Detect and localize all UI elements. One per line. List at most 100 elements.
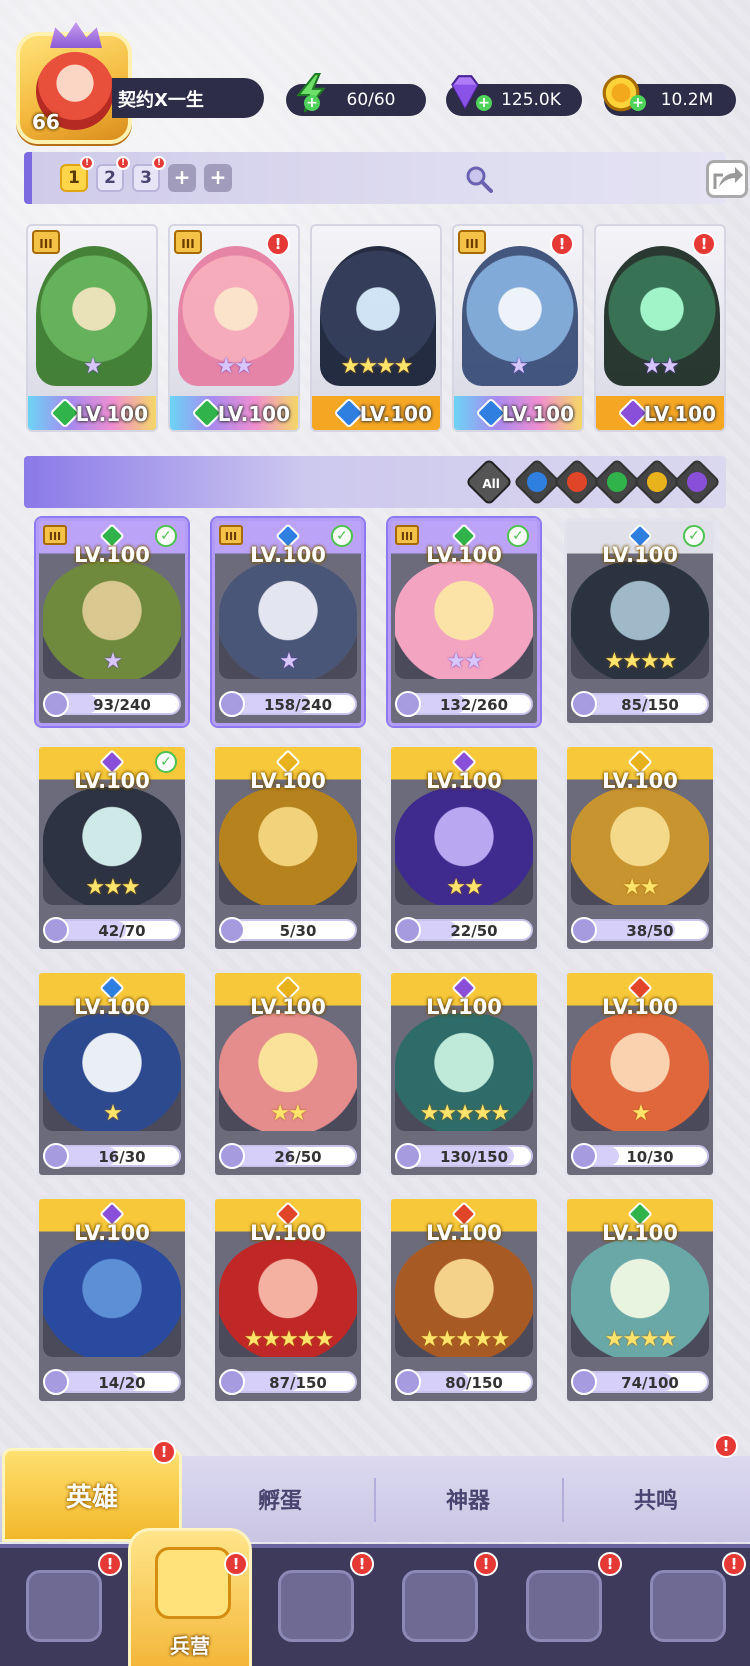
shard-progress-bar: 22/50 bbox=[395, 917, 533, 943]
hero-card[interactable]: LV.100 ★★★★★ 80/150 bbox=[388, 1196, 540, 1404]
team-tab-2[interactable]: 2 ! bbox=[96, 156, 130, 192]
team-hero-card[interactable]: ★ LV.100 III bbox=[26, 224, 158, 432]
tier-badge: III bbox=[219, 525, 243, 545]
shard-progress-bar: 42/70 bbox=[43, 917, 181, 943]
shard-progress-bar: 74/100 bbox=[571, 1369, 709, 1395]
shard-progress-bar: 87/150 bbox=[219, 1369, 357, 1395]
hero-card[interactable]: LV.100 III ✓ ★ 158/240 bbox=[212, 518, 364, 726]
star-rating: ★★★★ bbox=[604, 649, 678, 674]
bottom-nav: ! 兵营 ! ! ! ! ! bbox=[0, 1528, 750, 1666]
team-tab-label: 3 bbox=[140, 168, 152, 188]
star-rating: ★ bbox=[509, 354, 529, 379]
check-icon: ✓ bbox=[507, 525, 529, 547]
shard-count: 16/30 bbox=[98, 1148, 146, 1166]
star-rating: ★ bbox=[83, 354, 103, 379]
barracks-icon bbox=[155, 1547, 231, 1619]
star-rating: ★★ bbox=[642, 354, 679, 379]
shard-progress-bar: 158/240 bbox=[219, 691, 357, 717]
alert-badge: ! bbox=[80, 156, 94, 170]
hero-level: LV.100 bbox=[217, 402, 290, 426]
water-element-icon bbox=[522, 467, 552, 497]
add-gems-button[interactable]: + bbox=[476, 95, 492, 111]
hero-card[interactable]: LV.100 ✓ ★★★★ 85/150 bbox=[564, 518, 716, 726]
tab-hatch-label: 孵蛋 bbox=[257, 1489, 302, 1514]
hero-card[interactable]: LV.100 ★★★★ 74/100 bbox=[564, 1196, 716, 1404]
tab-artifacts[interactable]: 神器 bbox=[378, 1456, 558, 1542]
element-filter-bar: All bbox=[24, 456, 726, 508]
filter-fire-button[interactable] bbox=[552, 457, 602, 507]
filter-nature-button[interactable] bbox=[592, 457, 642, 507]
check-icon: ✓ bbox=[331, 525, 353, 547]
shard-progress-bar: 38/50 bbox=[571, 917, 709, 943]
hero-portrait bbox=[219, 787, 357, 905]
cards-icon bbox=[26, 1570, 102, 1642]
divider bbox=[562, 1478, 564, 1522]
gem-value: 125.0K bbox=[501, 90, 561, 110]
check-icon: ✓ bbox=[155, 525, 177, 547]
hero-card[interactable]: LV.100 ★ 10/30 bbox=[564, 970, 716, 1178]
tab-resonance[interactable]: 共鸣 bbox=[566, 1456, 746, 1542]
star-rating: ★ bbox=[631, 1101, 651, 1126]
hero-card[interactable]: LV.100 III ✓ ★★ 132/260 bbox=[388, 518, 540, 726]
hero-level: LV.100 bbox=[75, 402, 148, 426]
share-icon bbox=[713, 167, 743, 189]
top-bar: 66 契约X一生 60/60 + 125.0K + 10.2M + bbox=[0, 0, 750, 150]
add-team-button[interactable]: + bbox=[204, 164, 232, 192]
shard-count: 80/150 bbox=[445, 1374, 503, 1392]
team-hero-card[interactable]: ★ LV.100 III! bbox=[452, 224, 584, 432]
star-rating: ★ bbox=[103, 1101, 123, 1126]
alert-badge: ! bbox=[692, 232, 716, 256]
team-hero-card[interactable]: ★★★★ LV.100 bbox=[310, 224, 442, 432]
shard-progress-bar: 130/150 bbox=[395, 1143, 533, 1169]
filter-light-button[interactable] bbox=[632, 457, 682, 507]
star-rating: ★★ bbox=[446, 875, 483, 900]
add-energy-button[interactable]: + bbox=[304, 95, 320, 111]
search-icon[interactable] bbox=[464, 164, 494, 194]
shard-progress-bar: 16/30 bbox=[43, 1143, 181, 1169]
hero-card[interactable]: LV.100 ★★★★★ 87/150 bbox=[212, 1196, 364, 1404]
hero-level: LV.100 bbox=[250, 995, 326, 1019]
hero-level: LV.100 bbox=[250, 1221, 326, 1245]
hero-card[interactable]: LV.100 ★★ 38/50 bbox=[564, 744, 716, 952]
filter-water-button[interactable] bbox=[512, 457, 562, 507]
hero-card[interactable]: LV.100 III ✓ ★ 93/240 bbox=[36, 518, 188, 726]
hero-card[interactable]: LV.100 ★★★★★ 130/150 bbox=[388, 970, 540, 1178]
team-hero-card[interactable]: ★★ LV.100 III! bbox=[168, 224, 300, 432]
star-rating: ★★★★★ bbox=[419, 1101, 511, 1126]
shard-count: 158/240 bbox=[263, 696, 333, 714]
alert-badge: ! bbox=[224, 1552, 248, 1576]
alert-badge: ! bbox=[714, 1434, 738, 1458]
filter-dark-button[interactable] bbox=[672, 457, 722, 507]
star-rating: ★★ bbox=[622, 875, 659, 900]
team-tab-1[interactable]: 1 ! bbox=[60, 156, 94, 192]
team-hero-card[interactable]: ★★ LV.100! bbox=[594, 224, 726, 432]
hero-card[interactable]: LV.100 ✓ ★★★ 42/70 bbox=[36, 744, 188, 952]
alert-badge: ! bbox=[152, 156, 166, 170]
shard-count: 74/100 bbox=[621, 1374, 679, 1392]
hero-card[interactable]: LV.100 ★ 16/30 bbox=[36, 970, 188, 1178]
star-rating: ★★★★ bbox=[340, 354, 414, 379]
add-team-button[interactable]: + bbox=[168, 164, 196, 192]
hero-card[interactable]: LV.100 ★★ 26/50 bbox=[212, 970, 364, 1178]
hero-card[interactable]: LV.100 14/20 bbox=[36, 1196, 188, 1404]
shard-progress-bar: 14/20 bbox=[43, 1369, 181, 1395]
star-rating: ★★ bbox=[270, 1101, 307, 1126]
hero-card[interactable]: LV.100 5/30 bbox=[212, 744, 364, 952]
map-icon bbox=[278, 1570, 354, 1642]
alert-badge: ! bbox=[722, 1552, 746, 1576]
shard-progress-bar: 93/240 bbox=[43, 691, 181, 717]
share-button[interactable] bbox=[706, 160, 748, 198]
team-tab-3[interactable]: 3 ! bbox=[132, 156, 166, 192]
nav-barracks[interactable]: 兵营 bbox=[128, 1528, 252, 1666]
shard-count: 10/30 bbox=[626, 1148, 674, 1166]
shard-count: 22/50 bbox=[450, 922, 498, 940]
filter-all-button[interactable]: All bbox=[464, 457, 514, 507]
nature-element-icon bbox=[602, 467, 632, 497]
shop-icon bbox=[650, 1570, 726, 1642]
guild-icon bbox=[526, 1570, 602, 1642]
alert-badge: ! bbox=[266, 232, 290, 256]
star-rating: ★★★★★ bbox=[243, 1327, 335, 1352]
hero-card[interactable]: LV.100 ★★ 22/50 bbox=[388, 744, 540, 952]
add-gold-button[interactable]: + bbox=[630, 95, 646, 111]
alert-badge: ! bbox=[152, 1440, 176, 1464]
